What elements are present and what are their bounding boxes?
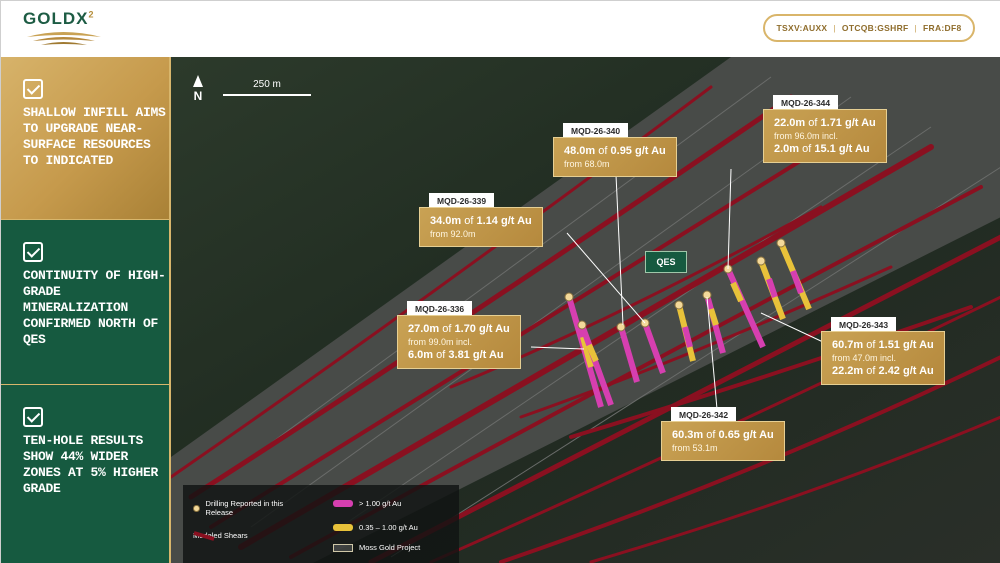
legend-item-mid-grade: 0.35 – 1.00 g/t Au: [333, 523, 418, 532]
assay-box: 27.0m of 1.70 g/t Au from 99.0m incl. 6.…: [397, 315, 521, 369]
shear-line-icon: [193, 531, 215, 541]
checkbox-icon: [23, 79, 43, 99]
legend-item-project: Moss Gold Project: [333, 543, 420, 552]
slide: GOLDX2 TSXV:AUXX | OTCQB:GSHRF | FRA:DF8…: [0, 0, 1000, 563]
north-arrow-icon: N: [191, 75, 205, 103]
highlight-text: Continuity of high-grade mineralization …: [23, 268, 166, 347]
goldx2-logo: GOLDX2: [23, 9, 105, 49]
assay-box: 60.3m of 0.65 g/t Au from 53.1m: [661, 421, 785, 461]
ticker-otcqb: OTCQB:GSHRF: [841, 23, 909, 33]
high-grade-icon: [333, 500, 353, 507]
highlight-panel-3: Ten-hole results show 44% wider zones at…: [1, 384, 169, 563]
drill-map: N 250 m QES MQD-26-340 48.0m of 0.95 g/t…: [171, 57, 1000, 563]
qes-label: QES: [645, 251, 687, 273]
ticker-symbols: TSXV:AUXX | OTCQB:GSHRF | FRA:DF8: [763, 14, 975, 42]
highlight-panel-1: Shallow infill aims to upgrade near-surf…: [1, 57, 169, 219]
checkbox-icon: [23, 407, 43, 427]
logo-text: GOLDX2: [23, 9, 95, 28]
ticker-fra: FRA:DF8: [923, 23, 962, 33]
mid-grade-icon: [333, 524, 353, 531]
checkbox-icon: [23, 242, 43, 262]
project-area-icon: [333, 543, 353, 552]
map-legend: Drilling Reported in this Release Modele…: [183, 485, 459, 563]
ticker-tsxv: TSXV:AUXX: [776, 23, 828, 33]
assay-box: 60.7m of 1.51 g/t Au from 47.0m incl. 22…: [821, 331, 945, 385]
highlight-text: Ten-hole results show 44% wider zones at…: [23, 433, 159, 496]
separator: |: [833, 23, 836, 33]
highlight-panel-2: Continuity of high-grade mineralization …: [1, 219, 169, 384]
header: GOLDX2 TSXV:AUXX | OTCQB:GSHRF | FRA:DF8: [1, 1, 1000, 57]
legend-item-drilling: Drilling Reported in this Release: [193, 499, 303, 517]
legend-item-high-grade: > 1.00 g/t Au: [333, 499, 401, 508]
drill-collar-icon: [193, 504, 200, 512]
assay-box: 22.0m of 1.71 g/t Au from 96.0m incl. 2.…: [763, 109, 887, 163]
highlight-text: Shallow infill aims to upgrade near-surf…: [23, 105, 166, 168]
legend-item-shears: Modeled Shears: [193, 531, 248, 541]
scale-bar: 250 m: [223, 79, 311, 96]
separator: |: [914, 23, 918, 33]
assay-box: 34.0m of 1.14 g/t Au from 92.0m: [419, 207, 543, 247]
assay-box: 48.0m of 0.95 g/t Au from 68.0m: [553, 137, 677, 177]
